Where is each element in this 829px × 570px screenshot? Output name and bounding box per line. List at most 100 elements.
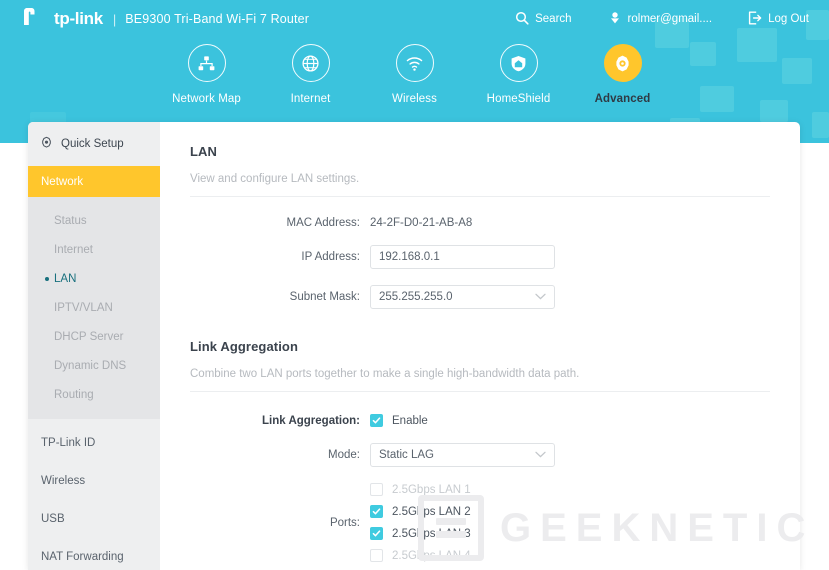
sidebar-item-network[interactable]: Network [28,166,160,197]
sidebar-item-label: USB [41,512,65,525]
subnet-mask-select[interactable]: 255.255.255.0 [370,285,555,309]
sidebar-item-quick-setup[interactable]: Quick Setup [28,122,160,166]
sidebar-item-tp-link-id[interactable]: TP-Link ID [28,428,160,457]
mode-row: Mode: Static LAG [190,443,770,467]
port-checkbox-lan-3[interactable] [370,527,383,540]
main-content: LAN View and configure LAN settings. MAC… [160,122,800,570]
port-label: 2.5Gbps LAN 2 [392,505,471,518]
wifi-icon [395,44,434,82]
nav-tab-network-map[interactable]: Network Map [155,44,259,124]
sidebar-item-wireless[interactable]: Wireless [28,466,160,495]
sidebar-item-label: NAT Forwarding [41,550,124,563]
section-divider [190,196,770,197]
mode-label: Mode: [328,449,360,461]
account-label: rolmer@gmail.... [627,13,713,25]
sidebar-subitem-label: Status [54,214,87,227]
ports-row: Ports: 2.5Gbps LAN 1 2.5Gbps LAN 2 2.5Gb… [190,483,770,562]
sidebar-subitem-label: IPTV/VLAN [54,301,113,314]
sidebar-subitem-status[interactable]: Status [28,206,160,235]
port-item[interactable]: 2.5Gbps LAN 3 [370,527,471,540]
search-label: Search [535,13,572,25]
brand-name: tp-link [54,9,103,28]
sidebar-submenu-network: Status Internet LAN IPTV/VLAN DHCP Serve… [28,197,160,419]
router-admin-page: tp-link | BE9300 Tri-Band Wi-Fi 7 Router… [0,0,829,570]
nav-tab-internet[interactable]: Internet [259,44,363,124]
port-checkbox-lan-2[interactable] [370,505,383,518]
mac-address-row: MAC Address: 24-2F-D0-21-AB-A8 [190,217,770,229]
port-label: 2.5Gbps LAN 4 [392,549,471,562]
port-label: 2.5Gbps LAN 1 [392,483,471,496]
lan-section-description: View and configure LAN settings. [190,173,360,185]
nav-tab-label: Wireless [392,93,437,105]
search-button[interactable]: Search [515,11,572,28]
brand-separator: | [112,11,117,27]
lan-section-title: LAN [190,144,218,159]
nav-tab-label: Internet [290,93,331,105]
sidebar-item-nat-forwarding[interactable]: NAT Forwarding [28,542,160,570]
port-item[interactable]: 2.5Gbps LAN 2 [370,505,471,518]
nav-tab-homeshield[interactable]: HomeShield [467,44,571,124]
logout-icon [748,11,768,28]
port-checkbox-lan-1[interactable] [370,483,383,496]
link-aggregation-enable-row: Link Aggregation: Enable [190,414,770,427]
sidebar-subitem-label: Routing [54,388,94,401]
mac-address-label: MAC Address: [286,217,361,229]
ip-address-input[interactable]: 192.168.0.1 [370,245,555,269]
top-actions: Search rolmer@gmail.... Log Out [479,11,809,28]
sidebar-item-label: Wireless [41,474,86,487]
globe-icon [291,44,330,82]
subnet-mask-value: 255.255.255.0 [379,291,453,303]
sidebar-subitem-routing[interactable]: Routing [28,380,160,409]
mac-address-value: 24-2F-D0-21-AB-A8 [370,217,473,229]
sidebar-subitem-dynamic-dns[interactable]: Dynamic DNS [28,351,160,380]
search-icon [515,11,535,28]
chevron-down-icon [535,449,546,461]
sidebar-item-label: Quick Setup [61,138,124,150]
mode-select[interactable]: Static LAG [370,443,555,467]
nav-tab-wireless[interactable]: Wireless [363,44,467,124]
port-checkbox-lan-4[interactable] [370,549,383,562]
sidebar-subitem-internet[interactable]: Internet [28,235,160,264]
port-label: 2.5Gbps LAN 3 [392,527,471,540]
subnet-mask-label: Subnet Mask: [289,291,360,303]
home-shield-icon [499,44,538,82]
sidebar-subitem-lan[interactable]: LAN [28,264,160,293]
enable-checkbox-wrapper[interactable]: Enable [370,414,428,427]
sidebar-item-usb[interactable]: USB [28,504,160,533]
sidebar-item-label: TP-Link ID [41,436,96,449]
brand: tp-link | BE9300 Tri-Band Wi-Fi 7 Router [22,8,309,30]
port-item[interactable]: 2.5Gbps LAN 1 [370,483,471,496]
router-model: BE9300 Tri-Band Wi-Fi 7 Router [125,12,310,26]
nav-tab-advanced[interactable]: Advanced [571,44,675,146]
enable-checkbox[interactable] [370,414,383,427]
ports-checkbox-group: 2.5Gbps LAN 1 2.5Gbps LAN 2 2.5Gbps LAN … [370,483,471,562]
nav-tab-label: Advanced [594,93,651,105]
content-card: Quick Setup Network Status Internet LAN … [28,122,800,570]
user-account-icon [608,11,628,28]
sidebar-subitem-label: Dynamic DNS [54,359,127,372]
sidebar-menu-list: TP-Link ID Wireless USB NAT Forwarding H… [28,419,160,570]
sidebar-subitem-label: LAN [54,272,77,285]
main-navigation: Network Map Internet Wireless HomeShield… [0,44,829,146]
gear-icon [40,136,61,152]
sidebar-item-label: Network [41,175,84,188]
port-item[interactable]: 2.5Gbps LAN 4 [370,549,471,562]
sidebar-subitem-dhcp-server[interactable]: DHCP Server [28,322,160,351]
active-bullet-icon [45,276,49,281]
top-bar: tp-link | BE9300 Tri-Band Wi-Fi 7 Router… [0,0,829,38]
account-button[interactable]: rolmer@gmail.... [608,11,713,28]
sidebar-subitem-iptv-vlan[interactable]: IPTV/VLAN [28,293,160,322]
subnet-mask-row: Subnet Mask: 255.255.255.0 [190,285,770,309]
section-divider [190,391,770,392]
sidebar-subitem-label: Internet [54,243,93,256]
tp-link-logo-icon [22,8,48,30]
logout-label: Log Out [768,13,809,25]
mode-value: Static LAG [379,449,434,461]
enable-label: Enable [392,414,428,427]
link-aggregation-description: Combine two LAN ports together to make a… [190,368,580,380]
logout-button[interactable]: Log Out [748,11,809,28]
network-map-icon [187,44,226,82]
link-aggregation-label: Link Aggregation: [262,414,360,427]
gear-icon [603,44,642,82]
sidebar-subitem-label: DHCP Server [54,330,124,343]
